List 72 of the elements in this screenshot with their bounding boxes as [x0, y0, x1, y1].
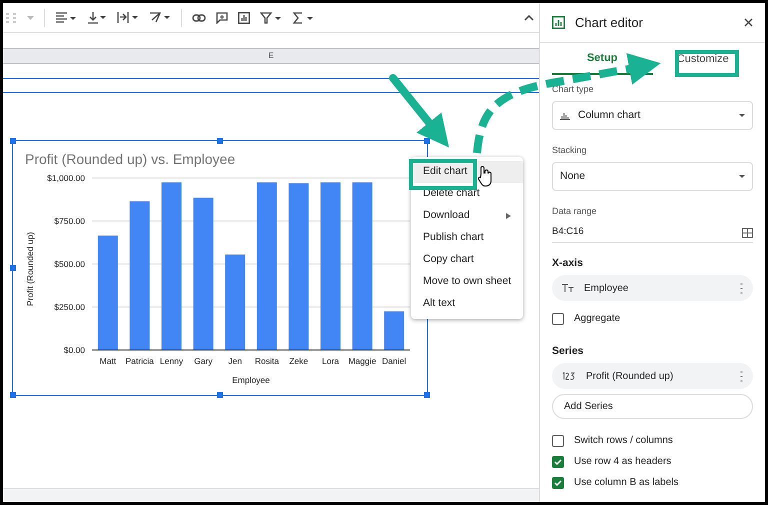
close-icon[interactable] [744, 18, 753, 27]
highlight-box [409, 159, 477, 190]
checkbox[interactable] [552, 313, 564, 325]
field-label: Data range [552, 205, 598, 218]
vertical-align-icon[interactable] [87, 11, 107, 24]
checkbox-label: Use column B as labels [574, 477, 678, 489]
axis-label: Zeke [289, 356, 308, 366]
axis-label: Gary [194, 356, 212, 366]
axis-label: Lenny [160, 356, 184, 366]
axis-label: Jen [228, 356, 242, 366]
chart-icon [552, 16, 565, 29]
collapse-icon[interactable] [524, 14, 534, 20]
resize-handle[interactable] [424, 392, 430, 398]
axis-title: Profit (Rounded up) [25, 232, 35, 306]
axis-label: $1,000.00 [47, 173, 85, 183]
number-type-icon [562, 372, 576, 380]
field-chip[interactable]: Employee [552, 275, 753, 301]
resize-handle[interactable] [217, 392, 223, 398]
axis-label: Patricia [126, 356, 154, 366]
axis-label: Maggie [348, 356, 376, 366]
resize-handle[interactable] [10, 265, 16, 271]
link-icon[interactable] [192, 12, 206, 22]
tab[interactable]: Setup [552, 43, 652, 75]
stacking-dropdown[interactable]: None [552, 162, 753, 191]
filter-icon[interactable] [260, 12, 282, 24]
hand-cursor-icon [478, 166, 492, 186]
axis-label: $0.00 [64, 345, 85, 355]
axis-label: Lora [322, 356, 339, 366]
highlight-box [675, 50, 739, 77]
section-heading: Series [552, 345, 585, 357]
checkbox[interactable] [552, 477, 564, 489]
dropdown-caret-icon [739, 175, 745, 178]
resize-handle[interactable] [10, 392, 16, 398]
field-chip[interactable]: Profit (Rounded up) [552, 363, 753, 389]
check-icon [554, 459, 562, 465]
checkbox-label: Switch rows / columns [574, 435, 673, 447]
align-left-icon[interactable] [55, 12, 77, 24]
checkbox[interactable] [552, 435, 564, 447]
axis-label: Rosita [254, 356, 279, 366]
axis-label: Daniel [382, 356, 406, 366]
resize-handle[interactable] [217, 138, 223, 144]
panel-title: Chart editor [575, 14, 644, 32]
add-series-button[interactable]: Add Series [552, 394, 753, 419]
axis-label: $250.00 [54, 302, 85, 312]
data-range-field[interactable]: B4:C16 [552, 223, 753, 243]
axis-label: $500.00 [54, 259, 85, 269]
axis-label: Matt [100, 356, 116, 366]
resize-handle[interactable] [10, 138, 16, 144]
chart-icon[interactable] [238, 12, 250, 24]
bar [384, 311, 404, 350]
dropdown-caret-icon [739, 114, 745, 117]
column-chart-icon [560, 111, 570, 120]
comment-icon[interactable] [216, 12, 228, 24]
chart-title: Profit (Rounded up) vs. Employee [25, 151, 236, 167]
section-heading: X-axis [552, 257, 584, 269]
column-header[interactable]: E [268, 50, 274, 62]
sigma-icon[interactable] [292, 12, 314, 24]
field-label: Stacking [552, 144, 588, 157]
resize-handle[interactable] [424, 138, 430, 144]
axis-label: $750.00 [54, 216, 85, 226]
grid-icon [742, 228, 753, 238]
field-label: Chart type [552, 83, 595, 96]
text-rotate-icon[interactable] [149, 11, 171, 24]
text-wrap-icon[interactable] [117, 11, 139, 24]
chart-type-dropdown[interactable]: Column chart [552, 101, 753, 130]
check-icon [554, 480, 562, 486]
axis-title: Employee [232, 375, 270, 385]
submenu-arrow-icon [506, 213, 512, 219]
checkbox-label: Use row 4 as headers [574, 456, 672, 468]
checkbox-label: Aggregate [574, 313, 620, 325]
checkbox[interactable] [552, 456, 564, 468]
text-type-icon [562, 284, 574, 292]
